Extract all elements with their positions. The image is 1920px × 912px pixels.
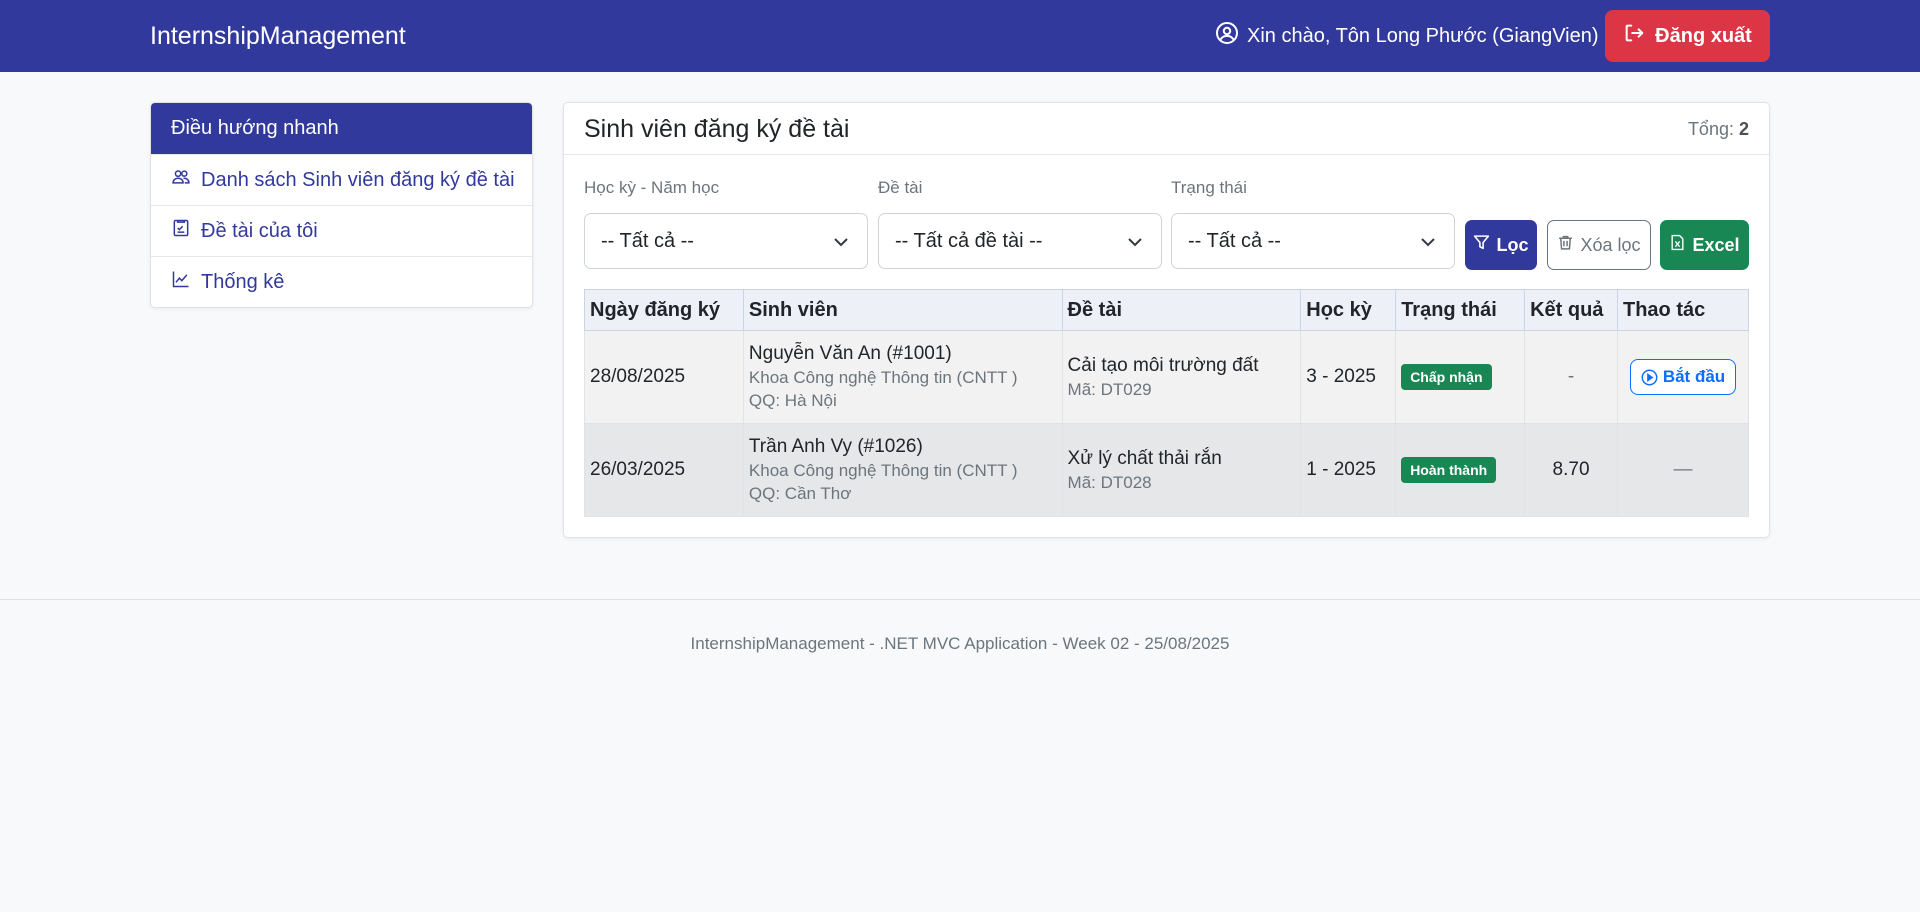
excel-button-label: Excel (1692, 234, 1740, 255)
status-select-value: -- Tất cả -- (1188, 229, 1281, 252)
filter-button-label: Lọc (1496, 234, 1529, 255)
col-header-student: Sinh viên (742, 289, 1063, 331)
cell-topic: Cải tạo môi trường đất Mã: DT029 (1061, 330, 1302, 424)
brand-link[interactable]: InternshipManagement (150, 0, 406, 72)
clear-filter-button[interactable]: Xóa lọc (1547, 220, 1651, 270)
sidebar-item-label: Đề tài của tôi (201, 219, 318, 242)
col-header-topic: Đề tài (1061, 289, 1302, 331)
col-header-status: Trạng thái (1395, 289, 1526, 331)
user-circle-icon (1215, 21, 1239, 51)
total-count: Tổng: 2 (1688, 103, 1749, 155)
sidebar-item-label: Thống kê (201, 270, 285, 293)
cell-student: Trần Anh Vy (#1026) Khoa Công nghệ Thông… (742, 423, 1063, 517)
start-button[interactable]: Bắt đầu (1629, 359, 1737, 395)
cell-status: Chấp nhận (1395, 330, 1526, 424)
clear-filter-label: Xóa lọc (1580, 234, 1641, 255)
logout-icon (1623, 22, 1645, 50)
export-excel-button[interactable]: Excel (1660, 220, 1749, 270)
cell-actions: — (1617, 423, 1749, 517)
student-name: Nguyễn Văn An (#1001) (748, 343, 952, 364)
chart-line-icon (171, 269, 191, 295)
file-excel-icon (1669, 234, 1686, 256)
cell-result: - (1524, 330, 1618, 424)
term-select[interactable]: -- Tất cả -- (584, 213, 868, 269)
greeting-text: Xin chào, Tôn Long Phước (GiangVien) (1247, 24, 1599, 47)
quick-nav-sidebar: Điều hướng nhanh Danh sách Sinh viên đăn… (150, 102, 533, 308)
cell-topic: Xử lý chất thải rắn Mã: DT028 (1061, 423, 1302, 517)
play-circle-icon (1641, 369, 1658, 385)
sidebar-item-student-registrations[interactable]: Danh sách Sinh viên đăng ký đề tài (151, 154, 532, 205)
filter-button[interactable]: Lọc (1465, 220, 1537, 270)
term-select-value: -- Tất cả -- (601, 229, 694, 252)
funnel-icon (1473, 234, 1490, 256)
cell-status: Hoàn thành (1395, 423, 1526, 517)
cell-result: 8.70 (1524, 423, 1618, 517)
status-select[interactable]: -- Tất cả -- (1171, 213, 1455, 269)
student-name: Trần Anh Vy (#1026) (748, 436, 923, 457)
total-label: Tổng: (1687, 119, 1734, 139)
trash-icon (1557, 234, 1574, 256)
table-row: 28/08/2025 Nguyễn Văn An (#1001) Khoa Cô… (584, 330, 1749, 424)
chevron-down-icon (1128, 238, 1142, 247)
sidebar-title: Điều hướng nhanh (151, 103, 532, 154)
table-row: 26/03/2025 Trần Anh Vy (#1026) Khoa Công… (584, 423, 1749, 517)
sidebar-item-statistics[interactable]: Thống kê (151, 256, 532, 307)
filter-label-term: Học kỳ - Năm học (584, 178, 720, 197)
student-hometown: QQ: Cần Thơ (748, 484, 852, 503)
start-button-label: Bắt đầu (1662, 367, 1726, 386)
col-header-actions: Thao tác (1617, 289, 1749, 331)
top-navbar: InternshipManagement Xin chào, Tôn Long … (0, 0, 1920, 72)
filter-label-topic: Đề tài (878, 178, 923, 197)
total-value: 2 (1738, 119, 1749, 139)
checklist-icon (171, 218, 191, 244)
sidebar-item-my-topics[interactable]: Đề tài của tôi (151, 205, 532, 256)
sidebar-item-label: Danh sách Sinh viên đăng ký đề tài (201, 168, 515, 191)
cell-term: 3 - 2025 (1300, 330, 1397, 424)
status-badge: Chấp nhận (1401, 364, 1492, 390)
col-header-result: Kết quả (1524, 289, 1618, 331)
cell-term: 1 - 2025 (1300, 423, 1397, 517)
student-faculty: Khoa Công nghệ Thông tin (CNTT ) (748, 368, 1018, 387)
status-badge: Hoàn thành (1401, 457, 1497, 483)
filter-label-status: Trạng thái (1171, 178, 1247, 197)
cell-date: 26/03/2025 (584, 423, 744, 517)
logout-label: Đăng xuất (1655, 24, 1752, 47)
col-header-date: Ngày đăng ký (584, 289, 744, 331)
topic-name: Cải tạo môi trường đất (1067, 354, 1259, 376)
card-header: Sinh viên đăng ký đề tài Tổng: 2 (564, 103, 1769, 155)
user-greeting: Xin chào, Tôn Long Phước (GiangVien) (1215, 0, 1599, 72)
topic-code: Mã: DT028 (1067, 472, 1152, 492)
users-icon (171, 167, 191, 193)
topic-name: Xử lý chất thải rắn (1067, 447, 1222, 469)
topic-select-value: -- Tất cả đề tài -- (895, 229, 1043, 252)
student-hometown: QQ: Hà Nội (748, 391, 837, 410)
topic-code: Mã: DT029 (1067, 379, 1152, 399)
registrations-table: Ngày đăng ký Sinh viên Đề tài Học kỳ Trạ… (584, 289, 1749, 517)
table-header-row: Ngày đăng ký Sinh viên Đề tài Học kỳ Trạ… (584, 289, 1749, 331)
cell-student: Nguyễn Văn An (#1001) Khoa Công nghệ Thô… (742, 330, 1063, 424)
chevron-down-icon (834, 238, 848, 247)
cell-actions: Bắt đầu (1617, 330, 1749, 424)
col-header-term: Học kỳ (1300, 289, 1397, 331)
footer-text: InternshipManagement - .NET MVC Applicat… (690, 634, 1230, 653)
topic-select[interactable]: -- Tất cả đề tài -- (878, 213, 1162, 269)
chevron-down-icon (1421, 238, 1435, 247)
logout-button[interactable]: Đăng xuất (1605, 10, 1770, 62)
cell-date: 28/08/2025 (584, 330, 744, 424)
page-footer: InternshipManagement - .NET MVC Applicat… (0, 599, 1920, 912)
student-faculty: Khoa Công nghệ Thông tin (CNTT ) (748, 461, 1018, 480)
page-title: Sinh viên đăng ký đề tài (584, 115, 850, 143)
